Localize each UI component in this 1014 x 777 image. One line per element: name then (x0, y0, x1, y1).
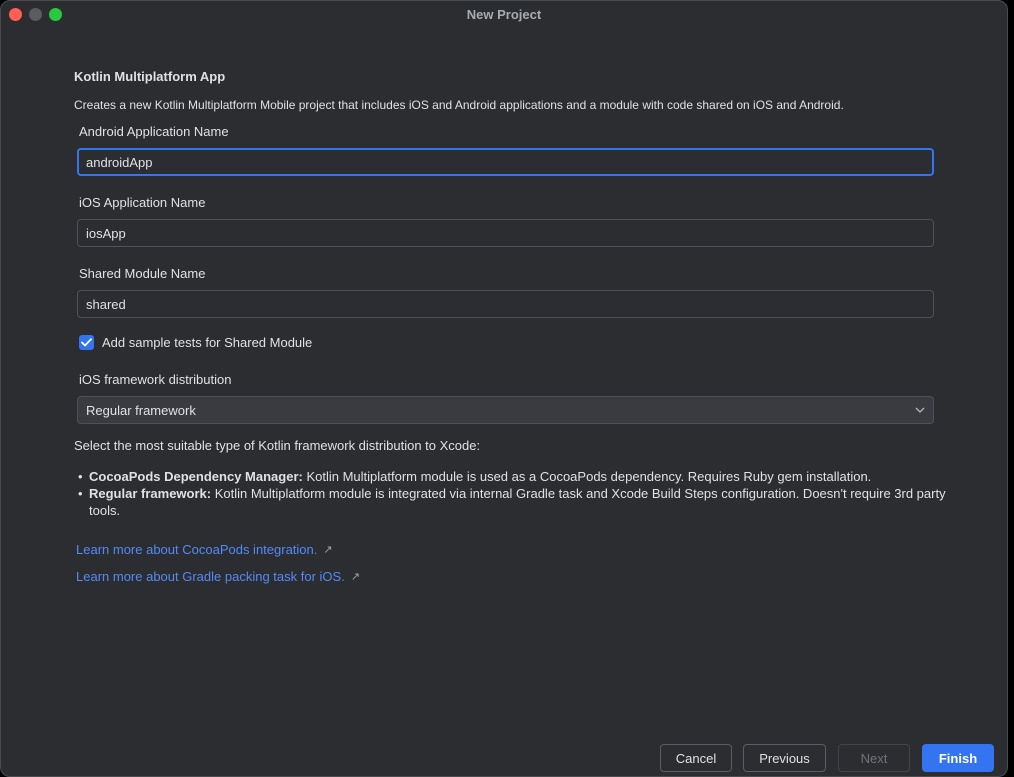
external-link-icon: ↗ (350, 571, 361, 583)
gradle-link-label: Learn more about Gradle packing task for… (76, 569, 345, 584)
ios-app-name-input[interactable] (77, 219, 934, 247)
sample-tests-option[interactable]: Add sample tests for Shared Module (79, 335, 312, 350)
bullet-marker: • (78, 469, 83, 484)
list-item: • CocoaPods Dependency Manager: Kotlin M… (78, 468, 958, 485)
list-item: • Regular framework: Kotlin Multiplatfor… (78, 485, 958, 519)
ios-app-name-label: iOS Application Name (79, 195, 206, 210)
distribution-options-list: • CocoaPods Dependency Manager: Kotlin M… (78, 468, 958, 519)
previous-button[interactable]: Previous (743, 744, 826, 772)
cocoapods-integration-link[interactable]: Learn more about CocoaPods integration. … (76, 542, 333, 557)
sample-tests-checkbox[interactable] (79, 335, 94, 350)
cancel-button[interactable]: Cancel (660, 744, 732, 772)
ios-distribution-selected-value: Regular framework (86, 402, 196, 418)
android-app-name-label: Android Application Name (79, 124, 229, 139)
bullet-text: Kotlin Multiplatform module is used as a… (306, 469, 872, 484)
distribution-info-text: Select the most suitable type of Kotlin … (74, 438, 481, 453)
shared-module-name-input[interactable] (77, 290, 934, 318)
sample-tests-label: Add sample tests for Shared Module (102, 335, 313, 350)
external-link-icon: ↗ (323, 544, 333, 556)
bullet-text: Kotlin Multiplatform module is integrate… (89, 486, 946, 518)
checkmark-icon (81, 338, 92, 347)
bullet-term: CocoaPods Dependency Manager: (89, 469, 303, 484)
ios-distribution-select[interactable]: Regular framework (77, 396, 934, 424)
cocoapods-link-label: Learn more about CocoaPods integration. (76, 542, 318, 557)
new-project-dialog: New Project Kotlin Multiplatform App Cre… (0, 0, 1008, 777)
bullet-term: Regular framework: (89, 486, 212, 501)
chevron-down-icon (915, 407, 925, 413)
shared-module-name-label: Shared Module Name (79, 266, 206, 281)
title-bar: New Project (1, 1, 1007, 29)
page-description: Creates a new Kotlin Multiplatform Mobil… (74, 98, 844, 112)
next-button[interactable]: Next (838, 744, 910, 772)
gradle-packing-task-link[interactable]: Learn more about Gradle packing task for… (76, 569, 360, 584)
android-app-name-input[interactable] (77, 148, 934, 176)
finish-button[interactable]: Finish (922, 744, 994, 772)
ios-distribution-label: iOS framework distribution (79, 372, 232, 387)
bullet-marker: • (78, 486, 83, 501)
window-title: New Project (466, 7, 542, 22)
page-title: Kotlin Multiplatform App (74, 69, 226, 84)
